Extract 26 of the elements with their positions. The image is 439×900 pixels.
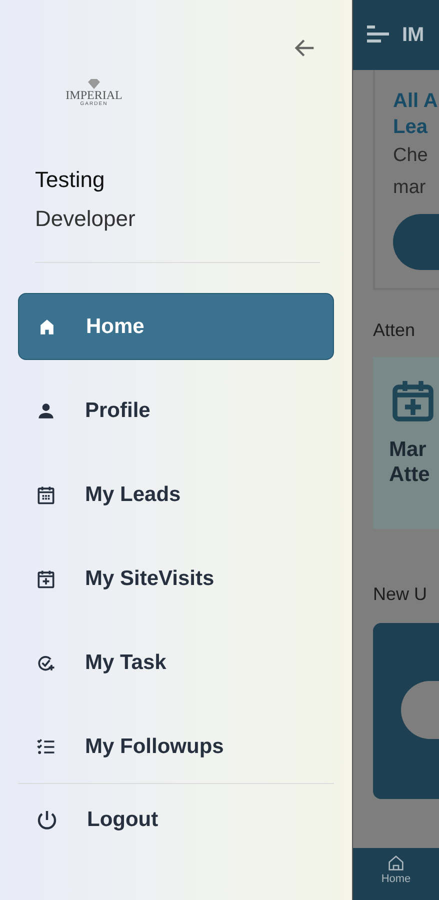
- menu-icon[interactable]: [366, 25, 390, 45]
- menu-item[interactable]: My Task: [18, 629, 334, 696]
- logout-item[interactable]: Logout: [18, 786, 334, 854]
- home-icon: [386, 853, 406, 873]
- menu-item[interactable]: My Followups: [18, 713, 334, 780]
- attendance-card[interactable]: Mar Atte: [373, 357, 439, 529]
- card-button[interactable]: [393, 214, 439, 270]
- menu-item[interactable]: Home: [18, 293, 334, 360]
- logo-name: IMPERIAL: [66, 89, 122, 101]
- section-heading: Atten: [373, 320, 416, 341]
- card-title: Lea: [393, 115, 429, 140]
- card-title: All A: [393, 89, 439, 114]
- user-role: Developer: [35, 206, 136, 232]
- card-text: Che: [393, 144, 429, 168]
- menu-item[interactable]: Profile: [18, 377, 334, 444]
- section-heading: New U: [373, 584, 428, 605]
- app-title: IM: [402, 24, 424, 46]
- home-tab[interactable]: Home: [353, 848, 439, 885]
- menu-item[interactable]: My Leads: [18, 461, 334, 528]
- card-label: Atte: [389, 462, 431, 487]
- diamond-icon: [87, 79, 101, 89]
- user-name: Testing: [35, 167, 106, 193]
- card-label: Mar: [389, 437, 428, 462]
- card-text: mar: [393, 176, 427, 200]
- power-icon: [35, 808, 59, 832]
- menu-item[interactable]: My SiteVisits: [18, 545, 334, 612]
